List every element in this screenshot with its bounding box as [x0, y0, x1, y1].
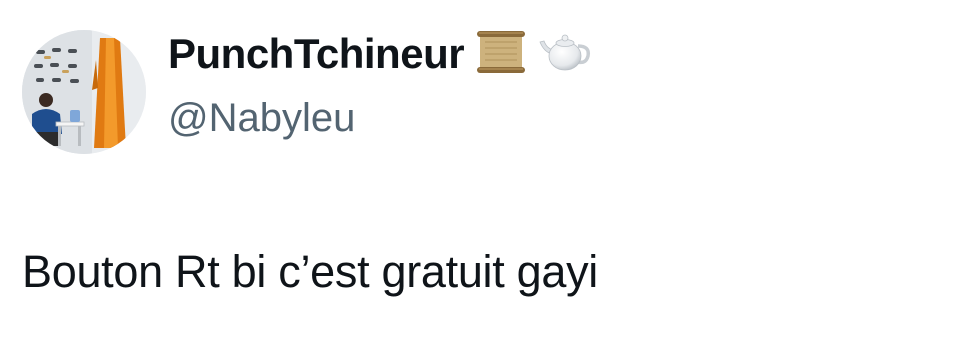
teapot-icon — [538, 30, 592, 79]
tweet-card: PunchTchineur @Nabyleu Bouton Rt bi c’es… — [0, 0, 979, 364]
user-handle[interactable]: @Nabyleu — [168, 92, 592, 144]
scroll-icon — [476, 30, 526, 79]
tweet-text: Bouton Rt bi c’est gratuit gayi — [22, 246, 599, 297]
avatar[interactable] — [22, 30, 146, 154]
user-info: PunchTchineur @Nabyleu — [168, 28, 592, 144]
display-name[interactable]: PunchTchineur — [168, 28, 465, 80]
name-row: PunchTchineur — [168, 28, 592, 80]
